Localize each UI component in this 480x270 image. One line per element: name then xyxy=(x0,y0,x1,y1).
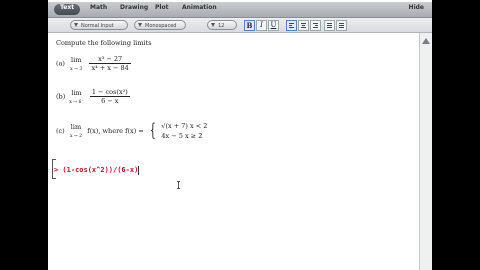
font-dropdown-value: Monospaced xyxy=(145,23,177,29)
format-toolbar: Normal Input Monospaced 12 B I U xyxy=(48,18,432,33)
problem-b: (b) lim x → 6⁻ 1 − cos(x²) 6 − x xyxy=(56,88,132,105)
align-center-button[interactable] xyxy=(298,20,309,31)
chevron-down-icon xyxy=(211,23,215,27)
math-input-line[interactable]: > (1-cos(x^2))/(6-x) xyxy=(54,164,174,176)
piecewise-intro: f(x), where f(x) = xyxy=(87,127,144,135)
italic-button[interactable]: I xyxy=(256,20,267,31)
lim-text: lim xyxy=(70,123,82,131)
problem-b-label: (b) xyxy=(56,92,66,101)
align-left-button[interactable] xyxy=(286,20,297,31)
piecewise-cases: √(x + 7) x < 2 4x − 5 x ≥ 2 xyxy=(161,121,207,141)
fraction-numerator: x³ − 27 xyxy=(98,55,123,63)
lim-text: lim xyxy=(71,88,82,97)
fraction-b: 1 − cos(x²) 6 − x xyxy=(89,88,130,105)
font-dropdown[interactable]: Monospaced xyxy=(134,20,186,30)
vertical-scrollbar[interactable] xyxy=(419,33,432,270)
bullet-list-button[interactable] xyxy=(324,20,335,31)
problem-a: (a) lim x → 3 x³ − 27 x⁴ + x − 84 xyxy=(56,55,133,72)
input-text: > (1-cos(x^2))/(6-x) xyxy=(54,166,139,174)
problem-a-label: (a) xyxy=(56,59,65,68)
limit-b: lim x → 6⁻ xyxy=(69,89,83,105)
case-2: 4x − 5 x ≥ 2 xyxy=(161,132,203,140)
chevron-down-icon xyxy=(74,23,78,27)
tab-plot[interactable]: Plot xyxy=(149,4,174,15)
limit-a: lim x → 3 xyxy=(69,56,83,72)
problem-c-label: (c) xyxy=(56,127,65,135)
lim-subscript: x → 3 xyxy=(70,66,83,72)
limit-c: lim x → 2 xyxy=(69,123,83,139)
maple-window: Text Math Drawing Plot Animation Hide No… xyxy=(48,0,432,270)
problem-prompt: Compute the following limits xyxy=(56,39,152,47)
ibeam-cursor-icon xyxy=(177,181,180,189)
palette-tab-bar: Text Math Drawing Plot Animation Hide xyxy=(48,2,432,18)
fraction-denominator: 6 − x xyxy=(89,96,130,105)
underline-button[interactable]: U xyxy=(268,20,279,31)
text-caret xyxy=(138,165,140,175)
fraction-numerator: 1 − cos(x²) xyxy=(91,88,128,96)
fraction-a: x³ − 27 x⁴ + x − 84 xyxy=(89,55,131,72)
bold-button[interactable]: B xyxy=(244,20,255,31)
hide-button[interactable]: Hide xyxy=(403,4,430,15)
tab-animation[interactable]: Animation xyxy=(176,4,223,15)
numbered-list-button[interactable] xyxy=(336,20,347,31)
style-dropdown-value: Normal Input xyxy=(81,23,114,29)
size-dropdown[interactable]: 12 xyxy=(207,20,237,30)
scroll-up-arrow-icon[interactable] xyxy=(422,38,430,44)
problem-c: (c) lim x → 2 f(x), where f(x) = { √(x +… xyxy=(56,121,207,141)
align-right-button[interactable] xyxy=(310,20,321,31)
lim-text: lim xyxy=(71,55,82,64)
style-dropdown[interactable]: Normal Input xyxy=(70,20,128,30)
tab-text[interactable]: Text xyxy=(54,4,81,15)
size-dropdown-value: 12 xyxy=(218,23,225,29)
case-1: √(x + 7) x < 2 xyxy=(161,122,208,130)
chevron-down-icon xyxy=(138,23,142,27)
left-brace: { xyxy=(149,120,156,141)
fraction-denominator: x⁴ + x − 84 xyxy=(89,63,131,72)
lim-subscript: x → 2 xyxy=(69,134,82,139)
worksheet[interactable]: Compute the following limits (a) lim x →… xyxy=(52,33,416,270)
lim-subscript: x → 6⁻ xyxy=(69,99,84,105)
tab-math[interactable]: Math xyxy=(84,4,113,15)
